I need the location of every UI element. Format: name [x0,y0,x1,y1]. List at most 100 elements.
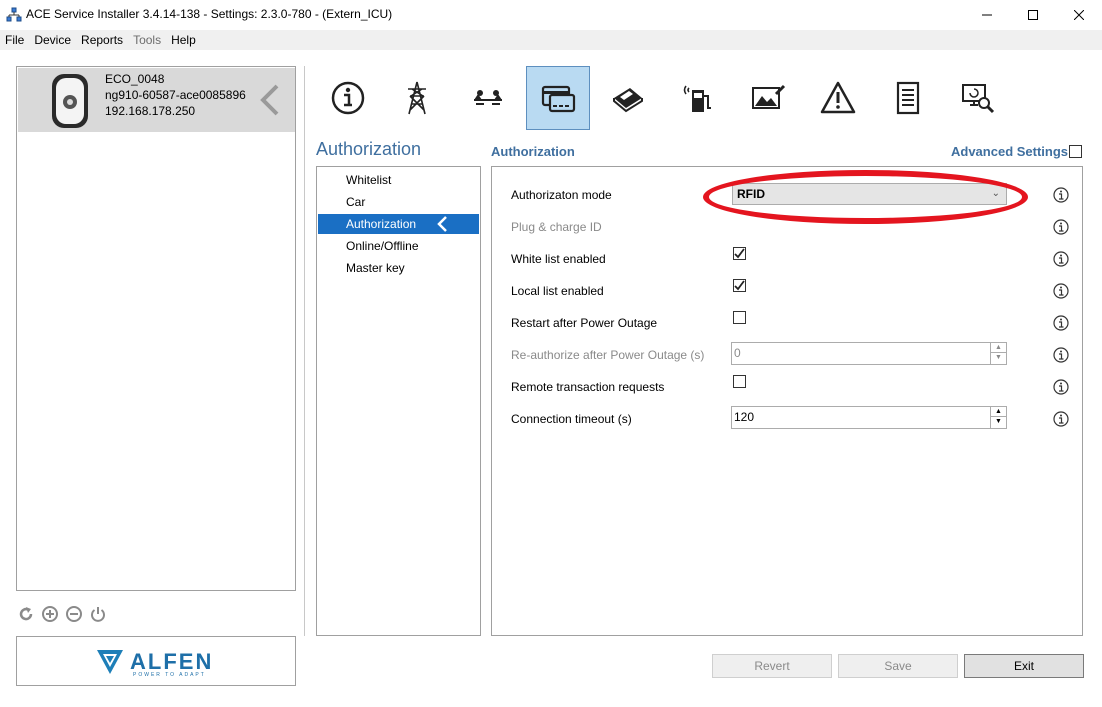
section-title: Authorization [316,139,422,159]
power-icon[interactable] [89,605,107,623]
load-balance-icon [474,90,502,105]
submenu-item-master-key[interactable]: Master key [318,258,479,278]
logo-panel: ALFEN POWER TO ADAPT [16,636,296,686]
device-id: ng910-60587-ace0085896 [105,88,246,102]
tab-balance[interactable] [456,66,520,130]
exit-button[interactable]: Exit [964,654,1084,678]
restart-checkbox[interactable] [733,311,746,324]
charging-station-icon [683,85,711,112]
plug-charge-label: Plug & charge ID [511,220,602,234]
card-icon [541,85,576,113]
spin-up-button[interactable]: ▲ [991,343,1006,353]
tab-diagnostics[interactable] [946,66,1010,130]
panel-separator [304,66,305,636]
device-name: ECO_0048 [105,72,165,86]
monitor-search-icon [962,84,995,114]
document-icon [896,81,920,115]
local-list-label: Local list enabled [511,284,604,298]
spin-up-button[interactable]: ▲ [991,407,1006,417]
info-icon[interactable] [1053,219,1069,235]
reauth-spinner[interactable]: 0 ▲ ▼ [731,342,1007,365]
tab-warnings[interactable] [806,66,870,130]
submenu-item-whitelist[interactable]: Whitelist [318,170,479,190]
advanced-settings-checkbox[interactable] [1069,145,1082,158]
menu-tools[interactable]: Tools [128,33,166,47]
tab-log[interactable] [876,66,940,130]
restart-label: Restart after Power Outage [511,316,658,330]
info-icon[interactable] [1053,411,1069,427]
menu-help[interactable]: Help [166,33,201,47]
window-title: ACE Service Installer 3.4.14-138 - Setti… [26,7,393,21]
timeout-label: Connection timeout (s) [511,412,632,426]
tab-authorization[interactable] [526,66,590,130]
close-icon [1074,10,1084,20]
refresh-icon[interactable] [17,605,35,623]
info-icon[interactable] [1053,379,1069,395]
checkmark-icon [734,248,745,259]
submenu-label: Car [346,195,366,209]
warning-icon [820,81,856,114]
info-icon [331,81,365,115]
tab-payment[interactable] [596,66,660,130]
info-icon[interactable] [1053,251,1069,267]
title-bar: ACE Service Installer 3.4.14-138 - Setti… [0,0,1102,30]
add-device-icon[interactable] [41,605,59,623]
reauth-value: 0 [734,346,741,360]
menu-device[interactable]: Device [29,33,76,47]
power-tower-icon [408,81,426,115]
tab-charging[interactable] [666,66,730,130]
device-list: ECO_0048 ng910-60587-ace0085896 192.168.… [16,66,296,591]
network-app-icon [6,7,22,22]
alfen-logo-icon [97,650,123,674]
submenu-item-car[interactable]: Car [318,192,479,212]
minimize-icon [982,14,992,16]
info-icon[interactable] [1053,283,1069,299]
local-list-checkbox[interactable] [733,279,746,292]
chevron-left-icon[interactable] [259,84,281,116]
charger-icon [52,74,88,128]
logo-tagline: POWER TO ADAPT [133,672,206,678]
menu-file[interactable]: File [0,33,29,47]
timeout-spinner[interactable]: 120 ▲ ▼ [731,406,1007,429]
close-button[interactable] [1056,0,1102,30]
menu-bar: File Device Reports Tools Help [0,30,1102,50]
spin-down-button[interactable]: ▼ [991,353,1006,363]
advanced-settings-label: Advanced Settings [951,144,1069,159]
tab-grid[interactable] [385,66,449,130]
tab-info[interactable] [316,66,380,130]
submenu-item-online-offline[interactable]: Online/Offline [318,236,479,256]
highlight-ellipse [703,170,1028,224]
info-icon[interactable] [1053,187,1069,203]
info-icon[interactable] [1053,315,1069,331]
revert-button[interactable]: Revert [712,654,832,678]
spin-down-button[interactable]: ▼ [991,417,1006,427]
submenu-label: Master key [346,261,405,275]
submenu-label: Authorization [346,217,417,231]
info-icon[interactable] [1053,347,1069,363]
minimize-button[interactable] [964,0,1010,30]
reauth-label: Re-authorize after Power Outage (s) [511,348,705,362]
panel-title: Authorization [491,144,575,159]
device-toolbar [17,605,107,623]
white-list-checkbox[interactable] [733,247,746,260]
remote-checkbox[interactable] [733,375,746,388]
maximize-button[interactable] [1010,0,1056,30]
tab-display[interactable] [736,66,800,130]
submenu-list: Whitelist Car Authorization Online/Offli… [316,166,481,636]
white-list-label: White list enabled [511,252,606,266]
device-list-item[interactable]: ECO_0048 ng910-60587-ace0085896 192.168.… [18,68,295,132]
spinner-buttons: ▲ ▼ [990,407,1006,428]
menu-reports[interactable]: Reports [76,33,128,47]
remove-device-icon[interactable] [65,605,83,623]
chevron-left-icon [437,216,447,232]
spinner-buttons: ▲ ▼ [990,343,1006,364]
submenu-label: Whitelist [346,173,392,187]
save-button[interactable]: Save [838,654,958,678]
remote-label: Remote transaction requests [511,380,665,394]
device-ip: 192.168.178.250 [105,104,196,118]
settings-panel: Authorizaton mode RFID ⌄ Plug & charge I… [491,166,1083,636]
submenu-item-authorization[interactable]: Authorization [318,214,479,234]
maximize-icon [1028,10,1038,20]
auth-mode-label: Authorizaton mode [511,188,612,202]
payment-terminal-icon [613,88,643,113]
